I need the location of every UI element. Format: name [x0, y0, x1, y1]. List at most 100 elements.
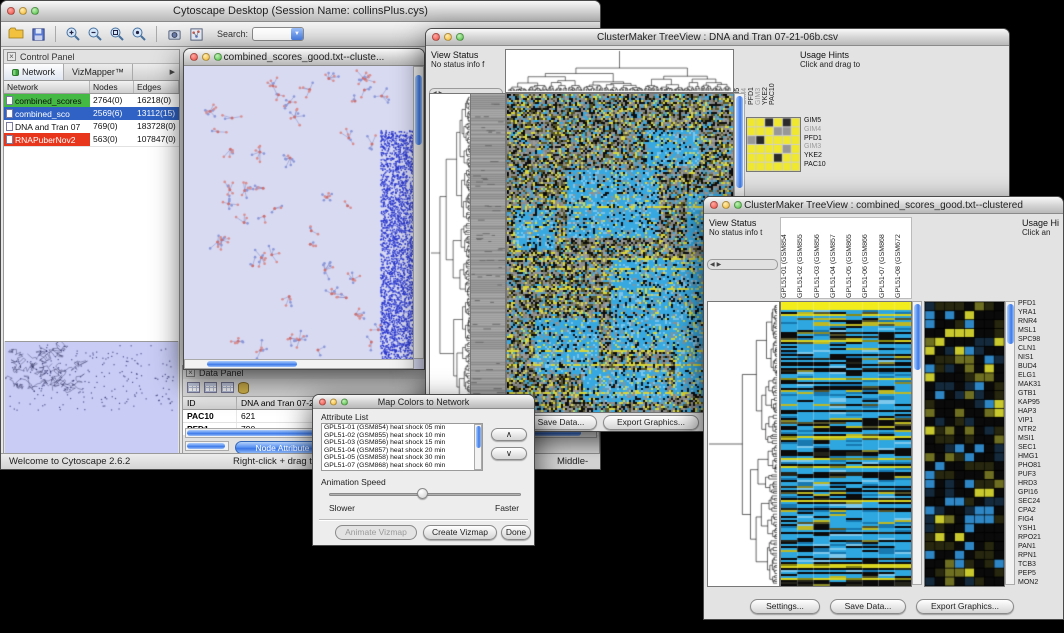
- database-icon[interactable]: [238, 382, 249, 394]
- heatmap-box[interactable]: [780, 301, 912, 587]
- scroll-right-icon[interactable]: ▶: [717, 261, 722, 268]
- matrix-gene-label[interactable]: GIM4: [804, 126, 844, 135]
- main-titlebar[interactable]: Cytoscape Desktop (Session Name: collins…: [1, 1, 600, 22]
- attribute-item[interactable]: GPL51-04 (GSM857) heat shock 20 min: [322, 447, 482, 455]
- gene-label[interactable]: FIG4: [1018, 515, 1064, 524]
- gene-label[interactable]: VIP1: [1018, 416, 1064, 425]
- zoom-selected-icon[interactable]: [130, 25, 148, 43]
- heatmap-vscrollbar[interactable]: [912, 301, 922, 585]
- gene-label[interactable]: BUD4: [1018, 362, 1064, 371]
- array-column-label[interactable]: GPL51-06 (GSM866: [862, 220, 878, 298]
- row-dendrogram-box[interactable]: [707, 301, 780, 587]
- treeview2-titlebar[interactable]: ClusterMaker TreeView : combined_scores_…: [704, 197, 1063, 214]
- network-graph[interactable]: [184, 66, 414, 359]
- settings-button[interactable]: Settings...: [750, 599, 820, 614]
- tab-vizmapper[interactable]: VizMapper™: [64, 64, 133, 80]
- save-data-button[interactable]: Save Data...: [525, 415, 597, 430]
- attribute-item[interactable]: GPL51-02 (GSM855) heat shock 10 min: [322, 432, 482, 440]
- browser-hscrollbar[interactable]: [185, 441, 229, 451]
- gene-label[interactable]: GTB1: [1018, 389, 1064, 398]
- zoom-in-icon[interactable]: [64, 25, 82, 43]
- treeview1-titlebar[interactable]: ClusterMaker TreeView : DNA and Tran 07-…: [426, 29, 1009, 46]
- gene-label[interactable]: KAP95: [1018, 398, 1064, 407]
- zoom-button[interactable]: [341, 398, 348, 405]
- export-graphics-button[interactable]: Export Graphics...: [916, 599, 1014, 614]
- gene-label[interactable]: RPN1: [1018, 551, 1064, 560]
- zoom-button[interactable]: [734, 201, 742, 209]
- create-vizmap-button[interactable]: Create Vizmap: [423, 525, 497, 540]
- gene-label[interactable]: MSI1: [1018, 434, 1064, 443]
- array-column-label[interactable]: GPL51-01 (GSM854: [781, 220, 797, 298]
- move-up-button[interactable]: ∧: [491, 428, 527, 441]
- close-button[interactable]: [432, 33, 440, 41]
- scroll-thumb[interactable]: [914, 304, 921, 370]
- column-gene-label[interactable]: YKE2: [762, 49, 769, 105]
- similarity-matrix[interactable]: [747, 118, 800, 171]
- zoom-heatmap-box[interactable]: [924, 301, 1005, 587]
- column-gene-label[interactable]: GIM3: [755, 49, 762, 105]
- attribute-item[interactable]: GPL51-05 (GSM858) heat shock 30 min: [322, 454, 482, 462]
- gene-label[interactable]: YSH1: [1018, 524, 1064, 533]
- search-input[interactable]: ▼: [252, 27, 304, 41]
- gene-label[interactable]: NIS1: [1018, 353, 1064, 362]
- scroll-thumb[interactable]: [476, 426, 481, 448]
- gene-label[interactable]: MAK31: [1018, 380, 1064, 389]
- network-overview-thumbnail[interactable]: [5, 342, 178, 452]
- gene-label[interactable]: CPA2: [1018, 506, 1064, 515]
- network-hscrollbar[interactable]: [184, 359, 414, 369]
- gene-label[interactable]: PHO81: [1018, 461, 1064, 470]
- gene-label[interactable]: PAN1: [1018, 542, 1064, 551]
- scroll-thumb[interactable]: [415, 75, 422, 145]
- scroll-thumb[interactable]: [207, 361, 297, 367]
- gene-label[interactable]: MSL1: [1018, 326, 1064, 335]
- gene-label[interactable]: SPC98: [1018, 335, 1064, 344]
- gene-label[interactable]: TCB3: [1018, 560, 1064, 569]
- gene-label[interactable]: ELG1: [1018, 371, 1064, 380]
- animation-speed-slider-thumb[interactable]: [417, 488, 428, 499]
- expression-heatmap[interactable]: [507, 94, 733, 412]
- attribute-functions-icon[interactable]: [221, 382, 234, 393]
- close-button[interactable]: [710, 201, 718, 209]
- array-column-label[interactable]: GPL51-04 (GSM857: [830, 220, 846, 298]
- scroll-thumb[interactable]: [736, 96, 743, 188]
- network-canvas-area[interactable]: [184, 66, 424, 369]
- attribute-item[interactable]: GPL51-07 (GSM868) heat shock 60 min: [322, 462, 482, 470]
- minimize-button[interactable]: [19, 7, 27, 15]
- column-dendrogram-box[interactable]: [505, 49, 734, 93]
- array-column-label[interactable]: GPL51-07 (GSM868: [879, 220, 895, 298]
- close-button[interactable]: [7, 7, 15, 15]
- gene-label[interactable]: SEC1: [1018, 443, 1064, 452]
- dendro-zoom-scrollbar[interactable]: ◀ ▶: [707, 259, 778, 270]
- dialog-titlebar[interactable]: Map Colors to Network: [313, 395, 534, 409]
- tab-network[interactable]: Network: [4, 64, 64, 80]
- zoom-out-icon[interactable]: [86, 25, 104, 43]
- close-button[interactable]: [190, 53, 198, 61]
- gene-label[interactable]: HMG1: [1018, 452, 1064, 461]
- chevron-down-icon[interactable]: ▼: [291, 28, 303, 40]
- gene-label[interactable]: SEC24: [1018, 497, 1064, 506]
- select-attributes-icon[interactable]: [187, 382, 200, 393]
- open-folder-icon[interactable]: [7, 25, 25, 43]
- save-icon[interactable]: [29, 25, 47, 43]
- zoom-button[interactable]: [214, 53, 222, 61]
- attribute-item[interactable]: GPL51-03 (GSM856) heat shock 15 min: [322, 439, 482, 447]
- minimize-button[interactable]: [722, 201, 730, 209]
- zoom-fit-icon[interactable]: [108, 25, 126, 43]
- list-vscrollbar[interactable]: [474, 424, 482, 470]
- column-gene-label[interactable]: PAC10: [769, 49, 776, 105]
- gene-label[interactable]: NTR2: [1018, 425, 1064, 434]
- heatmap-box[interactable]: [506, 93, 734, 413]
- row-dendrogram[interactable]: [708, 302, 779, 586]
- matrix-gene-label[interactable]: GIM5: [804, 117, 844, 126]
- export-graphics-button[interactable]: Export Graphics...: [603, 415, 699, 430]
- gene-label[interactable]: HAP3: [1018, 407, 1064, 416]
- gene-label[interactable]: RPO21: [1018, 533, 1064, 542]
- scroll-thumb[interactable]: [1007, 304, 1014, 344]
- move-down-button[interactable]: ∨: [491, 447, 527, 460]
- save-data-button[interactable]: Save Data...: [830, 599, 906, 614]
- zoom-button[interactable]: [456, 33, 464, 41]
- done-button[interactable]: Done: [501, 525, 531, 540]
- gene-label[interactable]: HRD3: [1018, 479, 1064, 488]
- matrix-gene-label[interactable]: YKE2: [804, 152, 844, 161]
- scroll-thumb[interactable]: [187, 443, 225, 449]
